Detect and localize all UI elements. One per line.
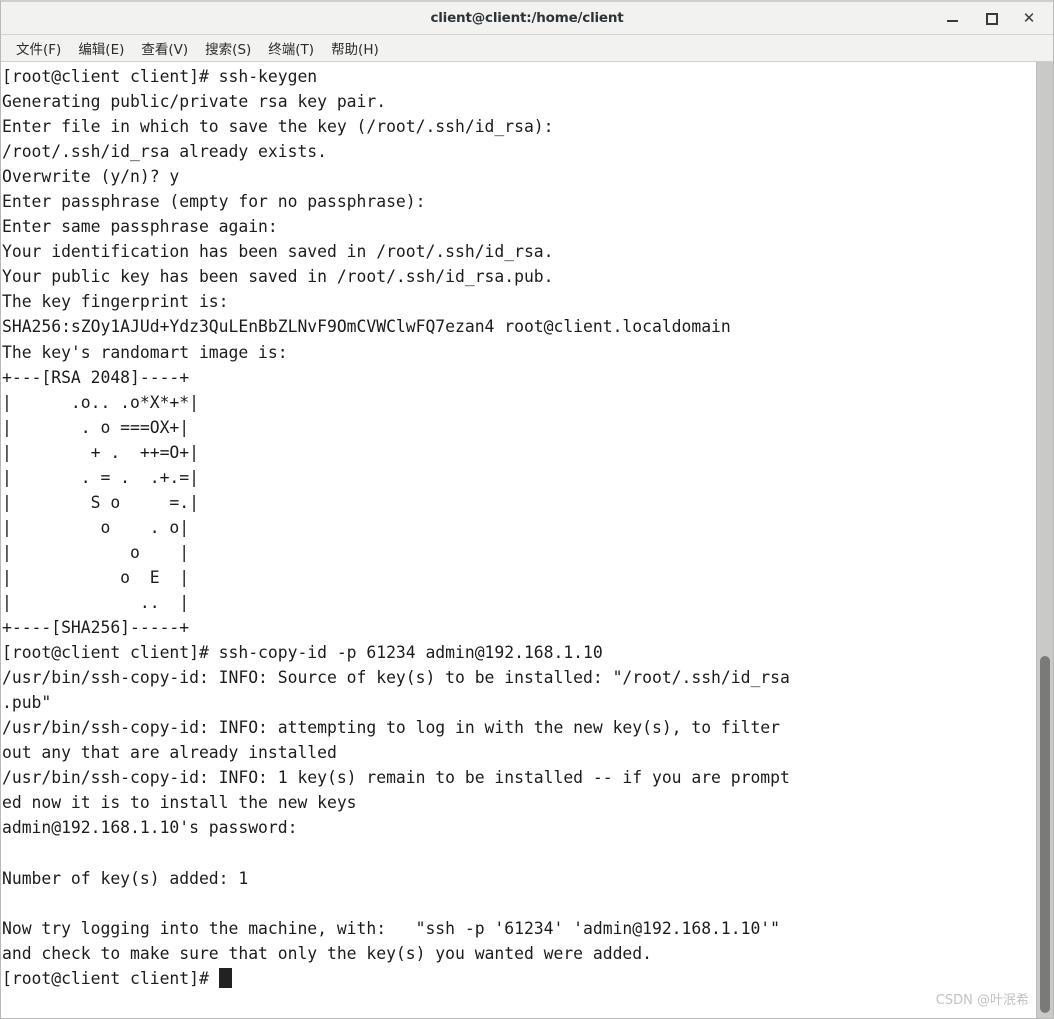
menu-view[interactable]: 查看(V) [133,36,197,60]
minimize-button[interactable] [945,10,961,26]
vertical-scrollbar[interactable] [1036,62,1053,1018]
window-controls: ✕ [945,2,1047,34]
menu-search[interactable]: 搜索(S) [197,36,260,60]
menu-terminal[interactable]: 终端(T) [260,36,323,60]
terminal-scrollback: [root@client client]# ssh-keygen Generat… [2,67,790,963]
menu-bar: 文件(F) 编辑(E) 查看(V) 搜索(S) 终端(T) 帮助(H) [1,35,1053,62]
shell-prompt: [root@client client]# [2,968,219,988]
terminal-window: client@client:/home/client ✕ 文件(F) 编辑(E)… [0,0,1054,1019]
terminal-body: [root@client client]# ssh-keygen Generat… [1,62,1053,1018]
maximize-button[interactable] [983,10,999,26]
menu-file[interactable]: 文件(F) [8,36,70,60]
menu-edit[interactable]: 编辑(E) [70,36,133,60]
scrollbar-thumb[interactable] [1040,656,1050,1013]
text-cursor [218,967,232,988]
window-title: client@client:/home/client [430,10,624,26]
terminal-prompt-line: [root@client client]# [2,966,1036,991]
title-bar[interactable]: client@client:/home/client ✕ [1,2,1053,35]
terminal-screen[interactable]: [root@client client]# ssh-keygen Generat… [1,62,1036,1018]
close-button[interactable]: ✕ [1021,10,1037,26]
terminal-output: [root@client client]# ssh-keygen Generat… [2,64,1036,991]
menu-help[interactable]: 帮助(H) [323,36,388,60]
